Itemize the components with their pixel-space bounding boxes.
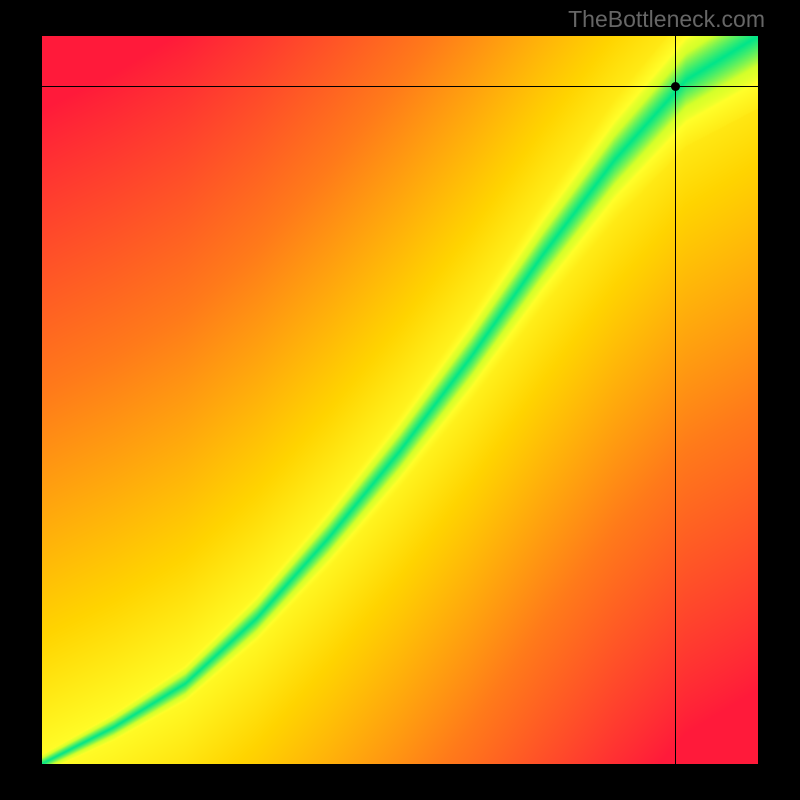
heatmap-plot [42,36,758,764]
watermark-text: TheBottleneck.com [568,6,765,33]
heatmap-canvas [42,36,758,764]
crosshair-vertical [675,36,676,764]
crosshair-dot [671,82,680,91]
chart-container: TheBottleneck.com [0,0,800,800]
crosshair-horizontal [42,86,758,87]
